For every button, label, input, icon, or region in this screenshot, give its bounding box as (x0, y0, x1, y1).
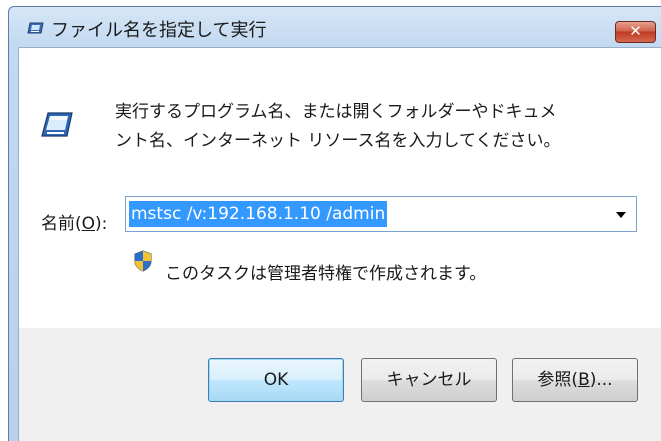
admin-privilege-note: このタスクは管理者特権で作成されます。 (165, 264, 487, 284)
run-dialog-icon (27, 22, 44, 34)
run-program-icon (41, 112, 73, 137)
name-label-accelerator: O (81, 214, 96, 234)
title-bar[interactable]: ファイル名を指定して実行 ✕ (9, 7, 661, 45)
dropdown-arrow-icon[interactable] (616, 212, 626, 218)
name-label-prefix: 名前( (41, 214, 82, 234)
browse-label-prefix: 参照( (537, 370, 579, 390)
description-line-1: 実行するプログラム名、または開くフォルダーやドキュメ (115, 102, 557, 122)
cancel-button-label: キャンセル (386, 370, 472, 390)
uac-shield-icon (134, 250, 152, 272)
dialog-body: 実行するプログラム名、または開くフォルダーやドキュメ ント名、インターネット リ… (18, 47, 661, 441)
cancel-button[interactable]: キャンセル (361, 358, 497, 402)
name-label-suffix: ): (95, 214, 108, 234)
command-input[interactable]: mstsc /v:192.168.1.10 /admin (129, 201, 388, 227)
browse-button[interactable]: 参照(B)... (512, 358, 638, 402)
close-button[interactable]: ✕ (615, 21, 656, 43)
close-icon: ✕ (629, 22, 642, 40)
browse-label-accelerator: B (578, 370, 590, 390)
command-combobox[interactable]: mstsc /v:192.168.1.10 /admin (125, 196, 637, 232)
window-title: ファイル名を指定して実行 (51, 20, 267, 41)
ok-button[interactable]: OK (208, 358, 344, 402)
name-label: 名前(O): (41, 209, 107, 234)
description-text: 実行するプログラム名、または開くフォルダーやドキュメ ント名、インターネット リ… (115, 98, 561, 156)
ok-button-label: OK (263, 370, 289, 390)
run-dialog-window: ファイル名を指定して実行 ✕ 実行するプログラム名、または開くフォルダーやドキュ… (8, 6, 661, 441)
browse-label-suffix: )... (589, 370, 613, 390)
description-line-2: ント名、インターネット リソース名を入力してください。 (115, 131, 561, 151)
